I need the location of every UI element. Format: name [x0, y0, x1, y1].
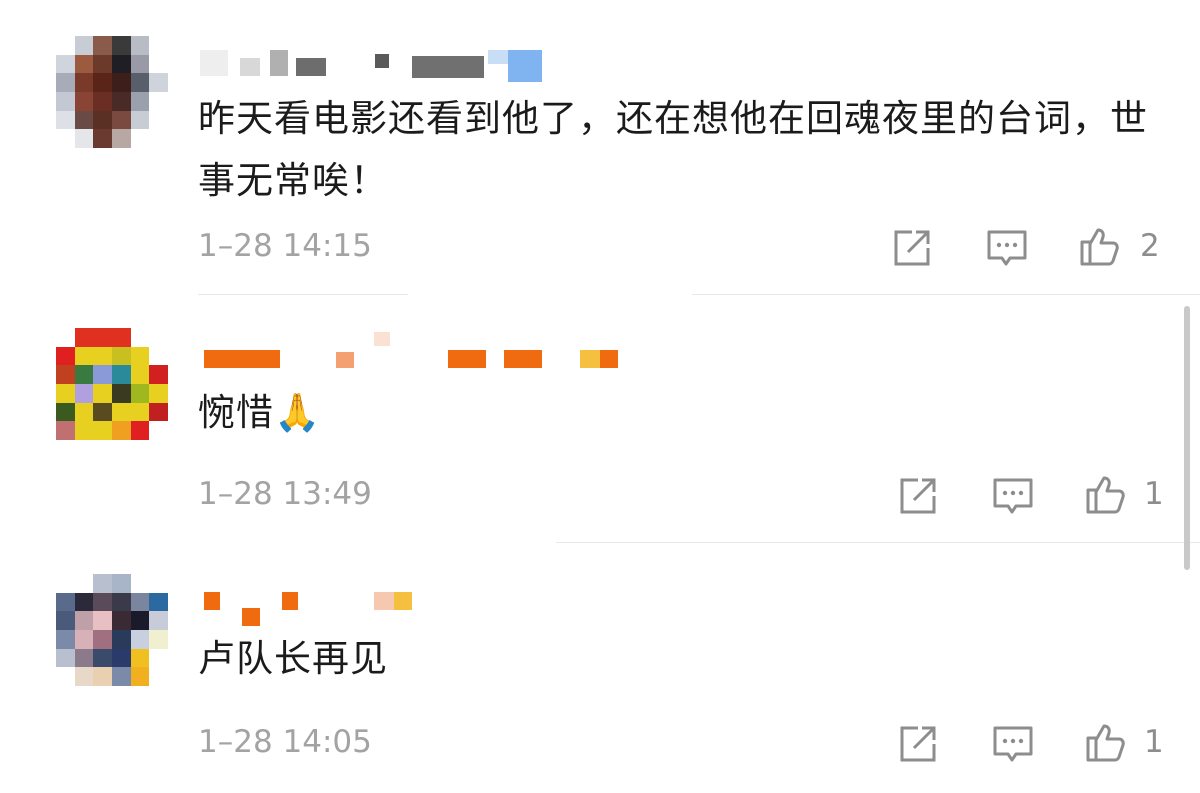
timestamp: 1–28 14:15 [198, 228, 372, 264]
share-icon[interactable] [892, 228, 932, 268]
divider [692, 294, 1200, 295]
comment-icon[interactable] [992, 476, 1034, 518]
divider [556, 542, 1200, 543]
divider [198, 294, 408, 295]
like-count: 1 [1144, 724, 1164, 760]
thumbs-up-icon[interactable] [1078, 224, 1122, 268]
like-count: 1 [1144, 476, 1164, 512]
comment-item: 昨天看电影还看到他了，还在想他在回魂夜里的台词，世事无常唉！ 1–28 14:1… [0, 0, 1200, 296]
timestamp: 1–28 14:05 [198, 724, 372, 760]
comment-text: 卢队长再见 [198, 637, 388, 680]
share-icon[interactable] [898, 724, 938, 764]
thumbs-up-icon[interactable] [1084, 720, 1128, 764]
username[interactable] [200, 50, 560, 82]
avatar[interactable] [56, 36, 168, 148]
avatar[interactable] [56, 574, 168, 686]
comment-text: 惋惜🙏 [198, 391, 322, 434]
thumbs-up-icon[interactable] [1084, 472, 1128, 516]
scrollbar[interactable] [1184, 306, 1190, 570]
comment-icon[interactable] [986, 228, 1028, 270]
like-count: 2 [1140, 228, 1160, 264]
username[interactable] [200, 590, 420, 626]
avatar[interactable] [56, 328, 168, 440]
comment-text: 昨天看电影还看到他了，还在想他在回魂夜里的台词，世事无常唉！ [198, 97, 1148, 202]
timestamp: 1–28 13:49 [198, 476, 372, 512]
comment-item: 惋惜🙏 1–28 13:49 1 [0, 296, 1200, 544]
username[interactable] [200, 332, 620, 370]
share-icon[interactable] [898, 476, 938, 516]
comment-item: 卢队长再见 1–28 14:05 1 [0, 544, 1200, 793]
comment-icon[interactable] [992, 724, 1034, 766]
